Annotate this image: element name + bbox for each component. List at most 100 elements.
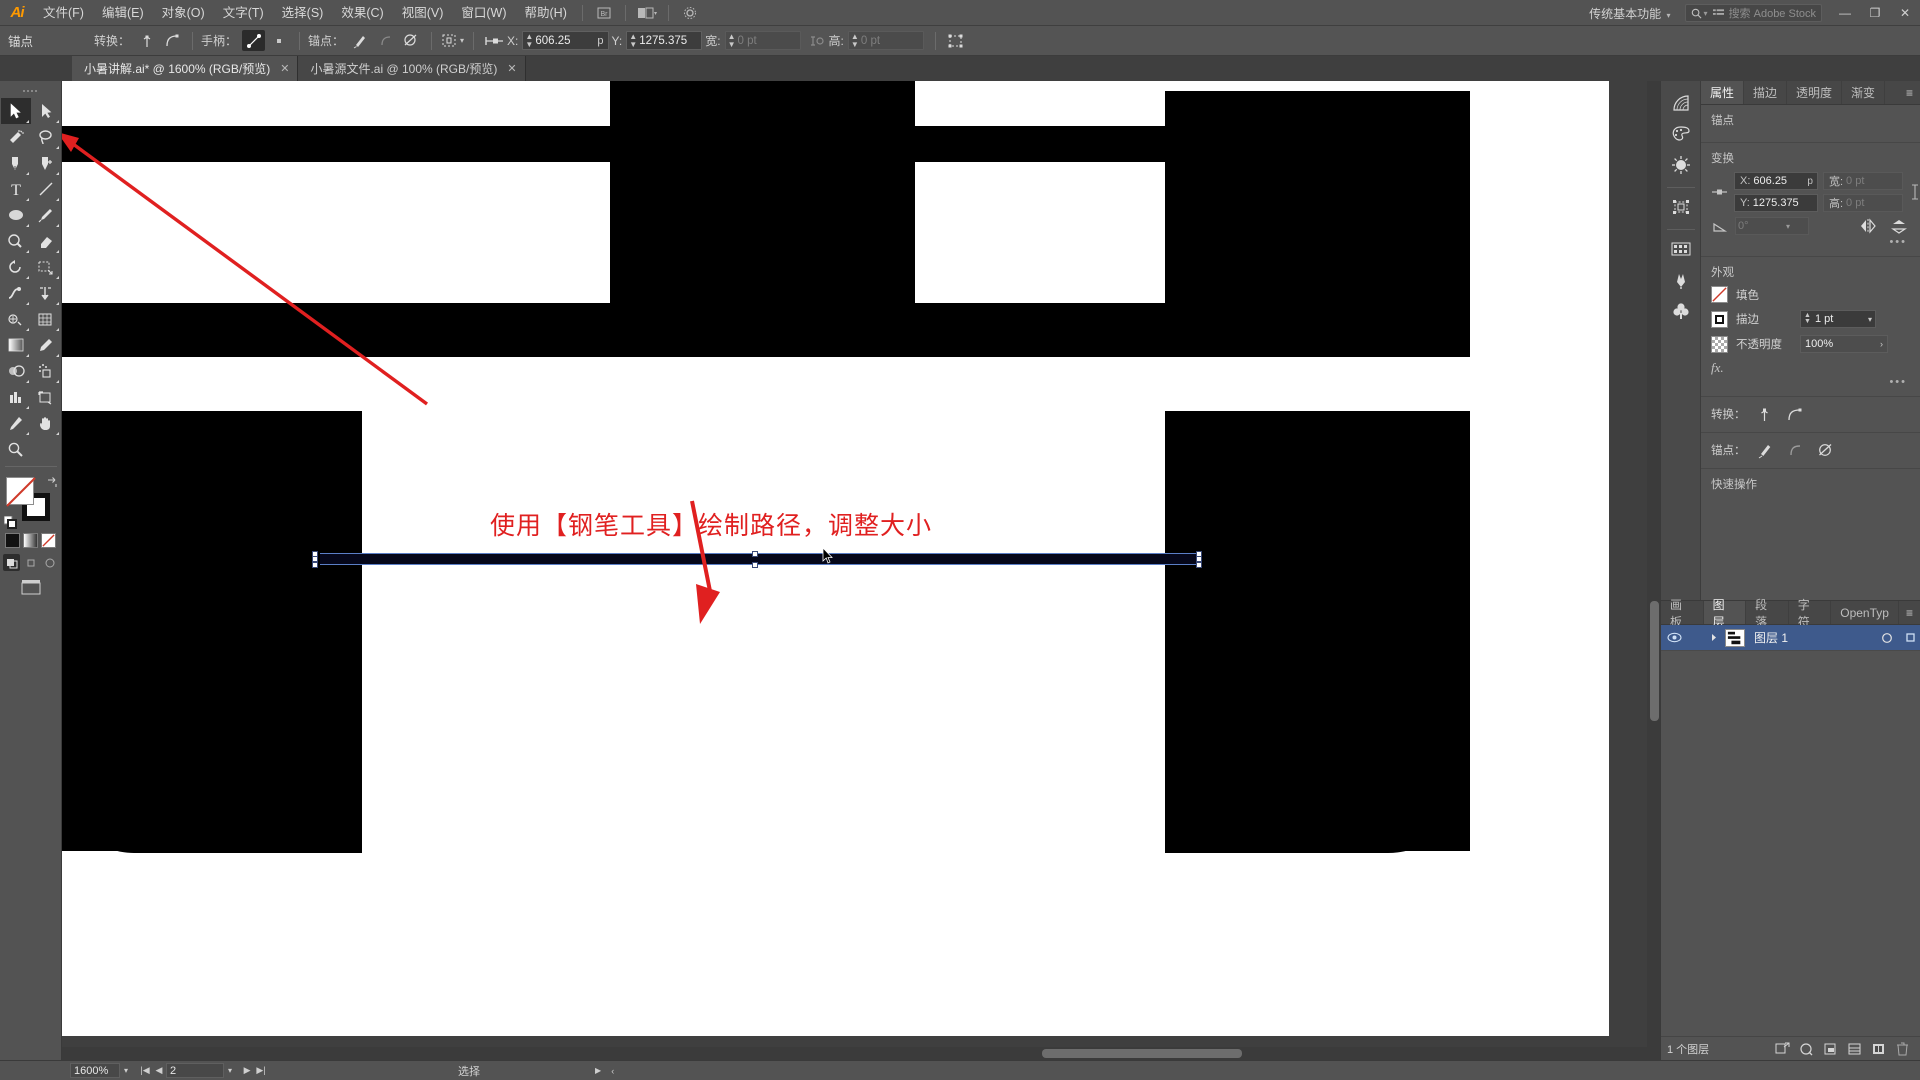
eye-icon[interactable] (1665, 632, 1683, 643)
canvas-vertical-scrollbar[interactable] (1647, 81, 1660, 1060)
last-artboard-button[interactable]: ▶| (254, 1065, 268, 1076)
gradient-tool[interactable] (1, 332, 31, 358)
ellipse-tool[interactable] (1, 202, 31, 228)
flip-vertical-icon[interactable] (1888, 216, 1910, 236)
create-new-layer-icon[interactable] (1842, 1039, 1866, 1059)
transform-more-options[interactable]: ••• (1711, 236, 1910, 248)
fx-button[interactable]: fx. (1711, 360, 1910, 376)
fill-swatch[interactable] (5, 477, 36, 507)
menu-help[interactable]: 帮助(H) (516, 0, 576, 26)
opacity-field[interactable]: 100% › (1800, 335, 1888, 353)
show-bounding-box-icon[interactable]: ▾ (441, 30, 464, 51)
convert-to-corner-icon[interactable] (135, 30, 158, 51)
add-anchor-point-tool[interactable] (31, 150, 61, 176)
reference-point-icon[interactable] (1711, 183, 1729, 201)
next-artboard-button[interactable]: ▶ (240, 1065, 254, 1076)
menu-effect[interactable]: 效果(C) (332, 0, 392, 26)
zoom-level-field[interactable] (70, 1063, 120, 1078)
close-icon[interactable]: ✕ (507, 62, 516, 75)
blend-tool[interactable] (1, 358, 31, 384)
mesh-tool[interactable] (31, 306, 61, 332)
maximize-button[interactable]: ❐ (1860, 0, 1890, 26)
tab-gradient[interactable]: 渐变 (1842, 81, 1886, 104)
stroke-weight-field[interactable]: ▲ ▼ 1 pt ▾ (1800, 310, 1876, 328)
color-icon[interactable] (1667, 89, 1695, 117)
anchor-point[interactable] (312, 562, 318, 568)
preferences-gear-icon[interactable] (677, 3, 703, 23)
column-graph-tool[interactable] (1, 384, 31, 410)
none-swatch-button[interactable] (41, 533, 56, 548)
symbol-sprayer-tool[interactable] (31, 358, 61, 384)
menu-object[interactable]: 对象(O) (153, 0, 214, 26)
magic-wand-tool[interactable] (1, 124, 31, 150)
constrain-proportions-icon[interactable] (1908, 183, 1920, 201)
direct-selection-tool[interactable] (31, 98, 61, 124)
selected-path[interactable] (312, 551, 1207, 568)
selection-indicator[interactable] (1900, 633, 1920, 642)
tools-panel-grip[interactable] (5, 87, 57, 96)
convert-to-corner-icon[interactable] (1754, 404, 1776, 424)
constrain-proportions-icon[interactable] (805, 30, 828, 51)
gradient-swatch-button[interactable] (23, 533, 38, 548)
free-transform-tool[interactable] (31, 254, 61, 280)
x-stepper[interactable]: ▲ ▼ (523, 32, 535, 49)
make-clipping-mask-icon[interactable] (1794, 1039, 1818, 1059)
color-swatch-button[interactable] (5, 533, 20, 548)
zoom-dropdown-icon[interactable]: ▾ (124, 1066, 128, 1075)
eraser-tool[interactable] (31, 228, 61, 254)
normal-drawing-mode-icon[interactable] (3, 554, 20, 571)
tab-stroke[interactable]: 描边 (1744, 81, 1788, 104)
properties-x-field[interactable]: X: p (1734, 172, 1818, 190)
appearance-icon[interactable] (1667, 297, 1695, 325)
anchor-point[interactable] (752, 562, 758, 568)
color-guide-icon[interactable] (1667, 120, 1695, 148)
first-artboard-button[interactable]: |◀ (138, 1065, 152, 1076)
layer-row[interactable]: 图层 1 (1661, 625, 1920, 651)
cut-path-icon[interactable] (1814, 440, 1836, 460)
draw-behind-mode-icon[interactable] (22, 554, 39, 571)
target-circle-icon[interactable] (1878, 632, 1896, 644)
show-handles-icon[interactable] (242, 30, 266, 51)
y-stepper[interactable]: ▲ ▼ (627, 32, 639, 49)
locate-object-icon[interactable] (1770, 1039, 1794, 1059)
tab-artboards[interactable]: 画板 (1661, 598, 1704, 629)
swatches-icon[interactable] (1667, 151, 1695, 179)
tab-transparency[interactable]: 透明度 (1787, 81, 1843, 104)
connect-paths-icon[interactable] (374, 30, 397, 51)
create-sublayer-icon[interactable] (1818, 1039, 1842, 1059)
perspective-grid-tool[interactable] (1, 306, 31, 332)
swap-fill-stroke-icon[interactable] (46, 476, 58, 488)
arrange-documents-icon[interactable] (634, 3, 660, 23)
rotate-tool[interactable] (1, 254, 31, 280)
lasso-tool[interactable] (31, 124, 61, 150)
width-tool[interactable] (1, 280, 31, 306)
slice-tool[interactable] (1, 410, 31, 436)
duplicate-layer-icon[interactable] (1866, 1039, 1890, 1059)
convert-to-smooth-icon[interactable] (160, 30, 183, 51)
workspace-switcher[interactable]: 传统基本功能 ▾ (1583, 5, 1676, 22)
shaper-tool[interactable] (1, 228, 31, 254)
align-reference-icon[interactable] (483, 30, 506, 51)
x-field[interactable]: ▲▼ p (522, 31, 609, 50)
brushes-icon[interactable] (1667, 193, 1695, 221)
menu-file[interactable]: 文件(F) (34, 0, 93, 26)
symbols-icon[interactable] (1667, 235, 1695, 263)
menu-type[interactable]: 文字(T) (214, 0, 273, 26)
selection-tool[interactable] (0, 98, 31, 124)
line-segment-tool[interactable] (31, 176, 61, 202)
close-button[interactable]: ✕ (1890, 0, 1920, 26)
paintbrush-tool[interactable] (31, 202, 61, 228)
menu-select[interactable]: 选择(S) (273, 0, 333, 26)
type-tool[interactable]: T (1, 176, 31, 202)
y-field[interactable]: ▲ ▼ (626, 31, 703, 50)
menu-view[interactable]: 视图(V) (393, 0, 453, 26)
transform-panel-icon[interactable] (945, 30, 968, 51)
draw-inside-mode-icon[interactable] (41, 554, 58, 571)
canvas-vertical-scroll-thumb[interactable] (1650, 601, 1659, 721)
layer-name[interactable]: 图层 1 (1754, 629, 1874, 646)
panel-menu-icon[interactable]: ≡ (1899, 601, 1920, 624)
menu-edit[interactable]: 编辑(E) (93, 0, 153, 26)
tab-properties[interactable]: 属性 (1701, 81, 1745, 104)
anchor-point[interactable] (752, 551, 758, 557)
fill-swatch[interactable] (1711, 286, 1728, 303)
